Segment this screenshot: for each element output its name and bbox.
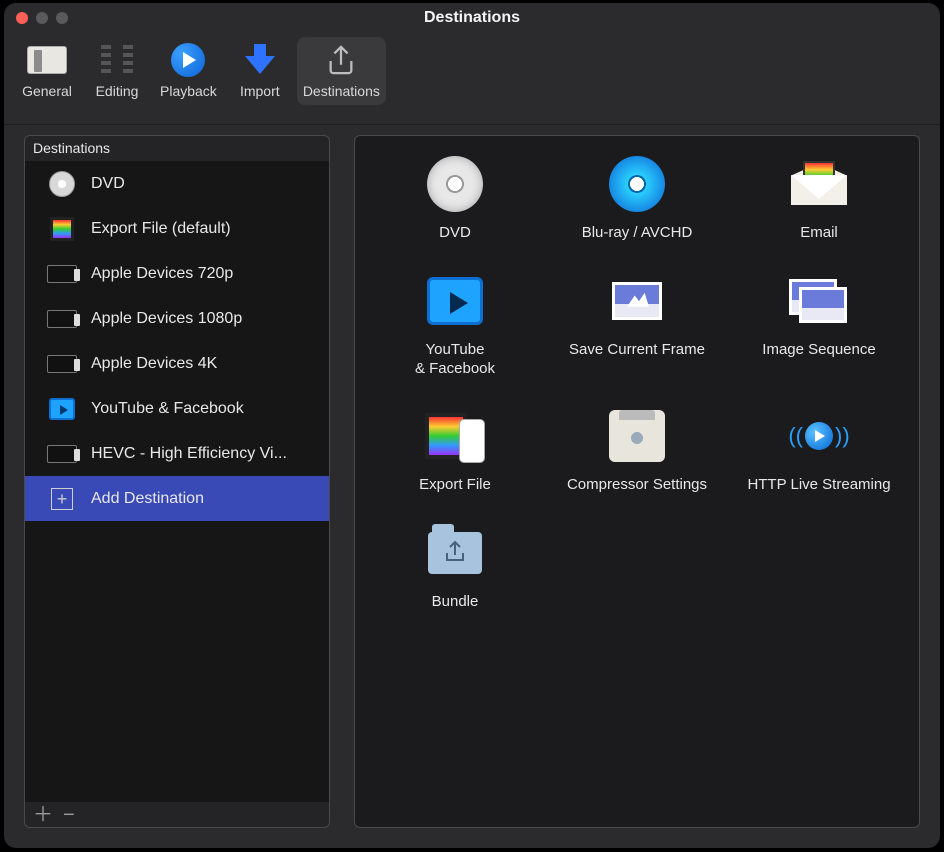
youtube-icon	[427, 277, 483, 325]
grid-item-label: DVD	[439, 224, 471, 243]
grid-item-email[interactable]: Email	[733, 154, 905, 243]
general-icon	[27, 46, 67, 74]
preferences-window: Destinations General Editing Playback Im…	[4, 3, 940, 848]
dvd-icon	[49, 171, 75, 197]
sidebar-item-apple-1080p[interactable]: Apple Devices 1080p	[25, 296, 329, 341]
streaming-icon: (())	[788, 422, 849, 450]
devices-icon	[47, 265, 77, 283]
sidebar-item-dvd[interactable]: DVD	[25, 161, 329, 206]
destinations-grid: DVD Blu-ray / AVCHD Email YouTube & Face…	[369, 154, 905, 612]
titlebar: Destinations	[4, 3, 940, 33]
destinations-panel: DVD Blu-ray / AVCHD Email YouTube & Face…	[354, 135, 920, 828]
grid-item-bluray[interactable]: Blu-ray / AVCHD	[551, 154, 723, 243]
add-button[interactable]: ＋	[33, 805, 53, 825]
export-file-icon	[425, 409, 485, 463]
sidebar-item-label: Apple Devices 1080p	[91, 310, 242, 328]
window-controls	[16, 12, 68, 24]
dvd-icon	[427, 156, 483, 212]
sidebar-item-label: YouTube & Facebook	[91, 400, 244, 418]
grid-item-compressor[interactable]: Compressor Settings	[551, 406, 723, 495]
tab-playback[interactable]: Playback	[154, 37, 223, 99]
grid-item-label: HTTP Live Streaming	[747, 476, 890, 495]
zoom-window-button[interactable]	[56, 12, 68, 24]
tab-import[interactable]: Import	[227, 37, 293, 99]
destinations-sidebar: Destinations DVD Export File (default) A…	[24, 135, 330, 828]
minimize-window-button[interactable]	[36, 12, 48, 24]
sidebar-item-add-destination[interactable]: + Add Destination	[25, 476, 329, 521]
photo-icon	[612, 282, 662, 320]
film-icon	[50, 217, 74, 241]
playback-icon	[171, 43, 205, 77]
grid-item-export-file[interactable]: Export File	[369, 406, 541, 495]
devices-icon	[47, 355, 77, 373]
tab-general-label: General	[22, 83, 72, 99]
import-icon	[245, 44, 275, 76]
editing-icon	[99, 45, 135, 75]
image-sequence-icon	[789, 279, 849, 323]
sidebar-item-apple-720p[interactable]: Apple Devices 720p	[25, 251, 329, 296]
grid-item-image-sequence[interactable]: Image Sequence	[733, 271, 905, 379]
grid-item-label: Email	[800, 224, 838, 243]
sidebar-item-label: Add Destination	[91, 490, 204, 508]
tab-playback-label: Playback	[160, 83, 217, 99]
sidebar-item-hevc[interactable]: HEVC - High Efficiency Vi...	[25, 431, 329, 476]
sidebar-item-label: DVD	[91, 175, 125, 193]
sidebar-item-export-file[interactable]: Export File (default)	[25, 206, 329, 251]
grid-item-bundle[interactable]: Bundle	[369, 523, 541, 612]
close-window-button[interactable]	[16, 12, 28, 24]
tab-import-label: Import	[240, 83, 280, 99]
plus-box-icon: +	[51, 488, 73, 510]
sidebar-item-label: Apple Devices 4K	[91, 355, 217, 373]
bundle-folder-icon	[428, 532, 482, 574]
grid-item-label: Bundle	[432, 593, 479, 612]
sidebar-item-label: Export File (default)	[91, 220, 231, 238]
tab-editing-label: Editing	[96, 83, 139, 99]
grid-item-label: Blu-ray / AVCHD	[582, 224, 693, 243]
grid-item-http-live-streaming[interactable]: (()) HTTP Live Streaming	[733, 406, 905, 495]
destinations-icon	[326, 44, 356, 76]
sidebar-list: DVD Export File (default) Apple Devices …	[24, 161, 330, 802]
sidebar-item-youtube-facebook[interactable]: YouTube & Facebook	[25, 386, 329, 431]
devices-icon	[47, 310, 77, 328]
grid-item-label: Compressor Settings	[567, 476, 707, 495]
sidebar-item-apple-4k[interactable]: Apple Devices 4K	[25, 341, 329, 386]
grid-item-label: Save Current Frame	[569, 341, 705, 360]
remove-button[interactable]: −	[63, 805, 75, 825]
email-icon	[791, 163, 847, 205]
tab-editing[interactable]: Editing	[84, 37, 150, 99]
sidebar-header: Destinations	[24, 135, 330, 161]
tab-general[interactable]: General	[14, 37, 80, 99]
preferences-toolbar: General Editing Playback Import Destinat…	[4, 33, 940, 125]
compressor-icon	[609, 410, 665, 462]
sidebar-item-label: Apple Devices 720p	[91, 265, 233, 283]
youtube-icon	[49, 398, 75, 420]
main-content: Destinations DVD Export File (default) A…	[4, 125, 940, 848]
grid-item-label: Image Sequence	[762, 341, 875, 360]
tab-destinations[interactable]: Destinations	[297, 37, 386, 105]
grid-item-label: YouTube & Facebook	[415, 341, 495, 379]
grid-item-label: Export File	[419, 476, 491, 495]
grid-item-save-frame[interactable]: Save Current Frame	[551, 271, 723, 379]
grid-item-dvd[interactable]: DVD	[369, 154, 541, 243]
bluray-icon	[609, 156, 665, 212]
window-title: Destinations	[4, 9, 940, 27]
grid-item-youtube-facebook[interactable]: YouTube & Facebook	[369, 271, 541, 379]
tab-destinations-label: Destinations	[303, 83, 380, 99]
sidebar-item-label: HEVC - High Efficiency Vi...	[91, 445, 287, 463]
sidebar-footer: ＋ −	[24, 802, 330, 828]
devices-icon	[47, 445, 77, 463]
